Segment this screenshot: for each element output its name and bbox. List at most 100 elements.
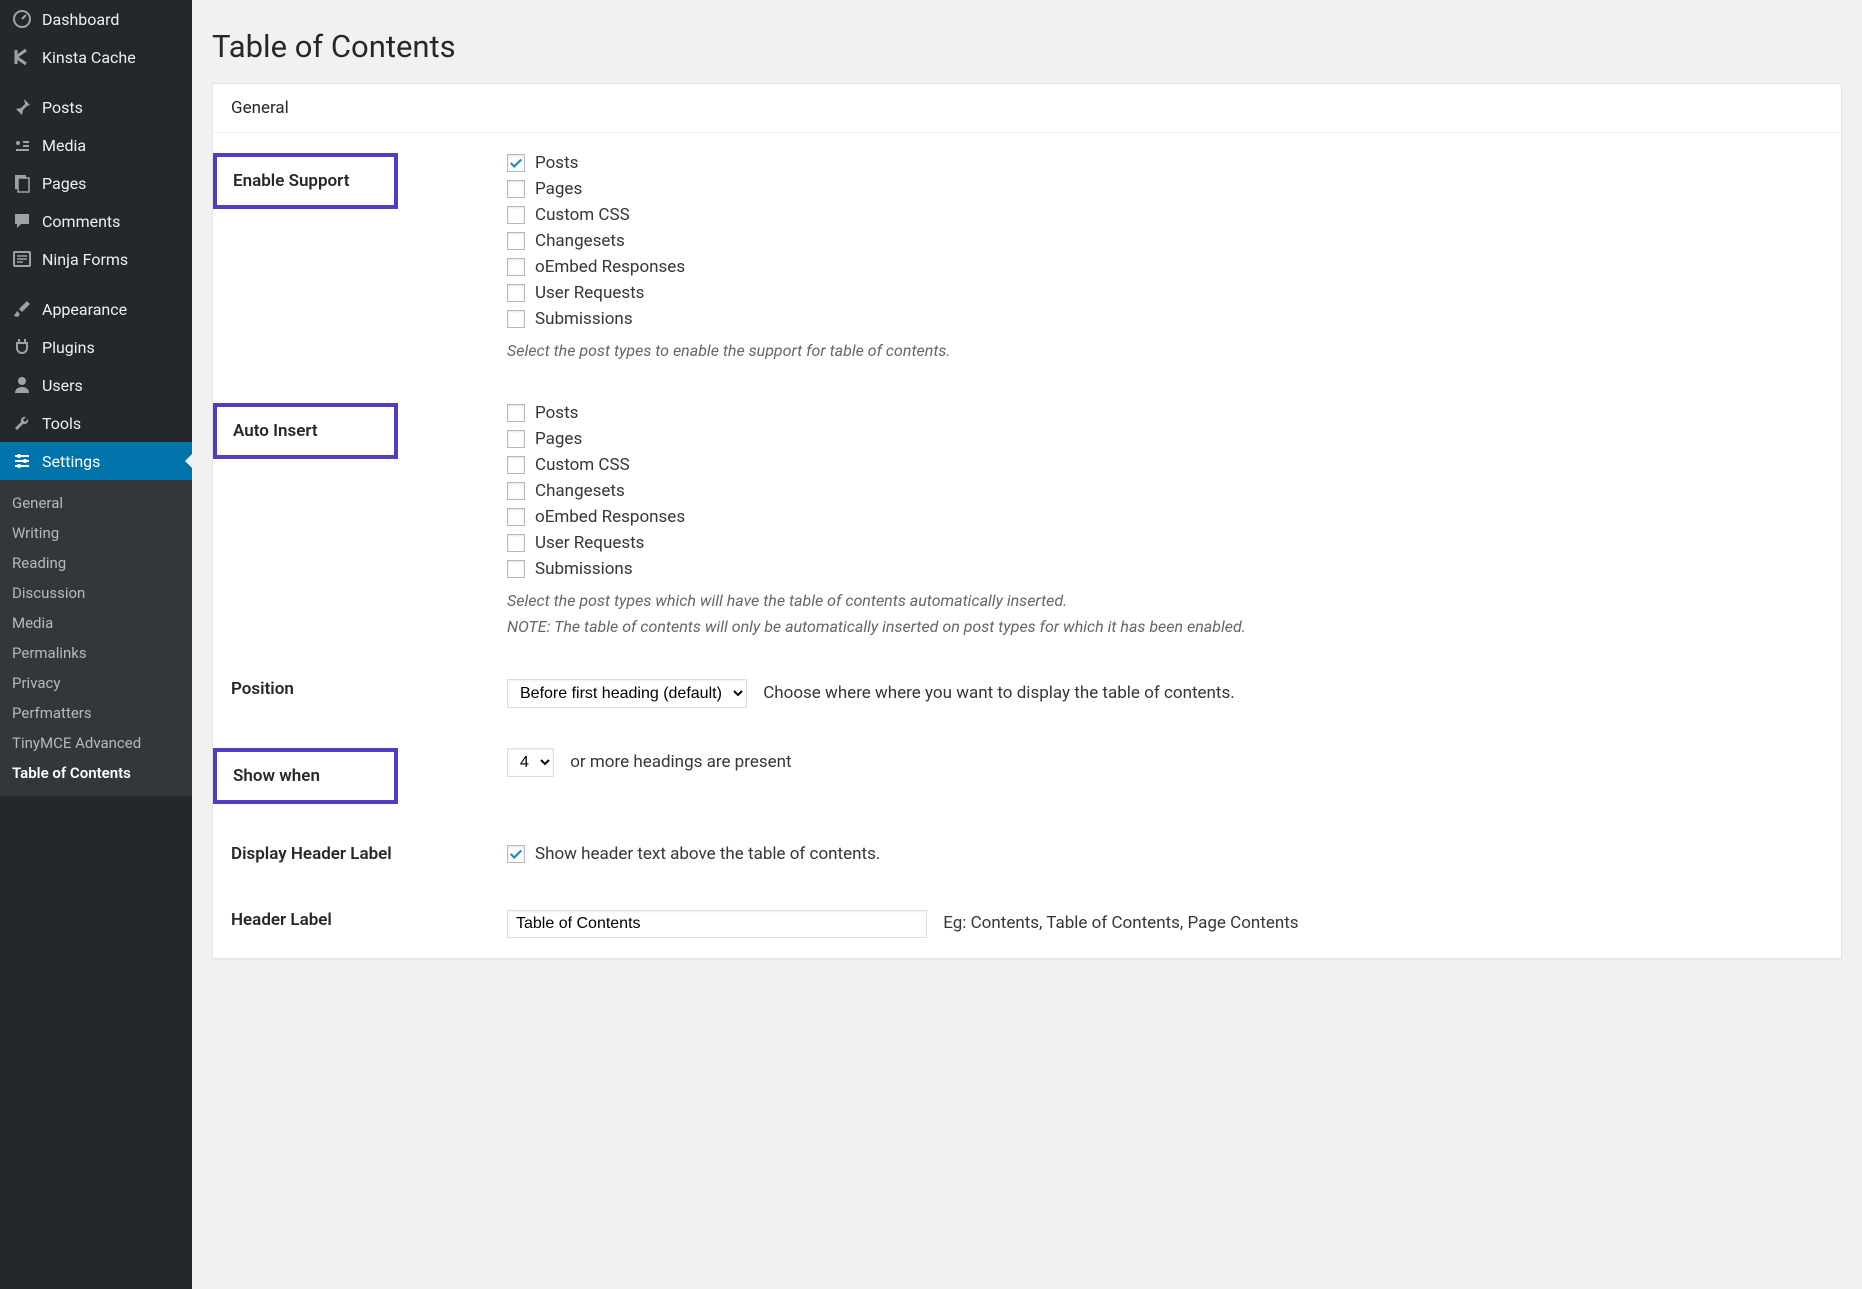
media-icon bbox=[12, 135, 32, 155]
main-content: Table of Contents General Enable Support… bbox=[192, 0, 1862, 1289]
form-icon bbox=[12, 249, 32, 269]
submenu-reading[interactable]: Reading bbox=[0, 548, 192, 578]
cb-label: Custom CSS bbox=[535, 205, 630, 225]
dashboard-icon bbox=[12, 9, 32, 29]
row-show-when: Show when 4 or more headings are present bbox=[213, 728, 1841, 824]
cb-auto-oembed[interactable] bbox=[507, 508, 525, 526]
cb-label: Submissions bbox=[535, 309, 633, 329]
sidebar-item-posts[interactable]: Posts bbox=[0, 88, 192, 126]
sidebar-item-pages[interactable]: Pages bbox=[0, 164, 192, 202]
cb-label: Posts bbox=[535, 153, 578, 173]
cb-enable-oembed[interactable] bbox=[507, 258, 525, 276]
settings-panel: General Enable Support Posts Pages Custo… bbox=[212, 83, 1842, 959]
sidebar-item-settings[interactable]: Settings bbox=[0, 442, 192, 480]
user-icon bbox=[12, 375, 32, 395]
sidebar-item-dashboard[interactable]: Dashboard bbox=[0, 0, 192, 38]
show-when-hint: or more headings are present bbox=[570, 752, 791, 772]
cb-label: Posts bbox=[535, 403, 578, 423]
sidebar-item-media[interactable]: Media bbox=[0, 126, 192, 164]
cb-enable-userreq[interactable] bbox=[507, 284, 525, 302]
cb-auto-posts[interactable] bbox=[507, 404, 525, 422]
brush-icon bbox=[12, 299, 32, 319]
plug-icon bbox=[12, 337, 32, 357]
position-hint: Choose where where you want to display t… bbox=[763, 683, 1235, 703]
label-display-header: Display Header Label bbox=[231, 844, 507, 864]
wrench-icon bbox=[12, 413, 32, 433]
sidebar-label: Posts bbox=[42, 98, 83, 117]
sidebar-item-ninjaforms[interactable]: Ninja Forms bbox=[0, 240, 192, 278]
submenu-tinymce[interactable]: TinyMCE Advanced bbox=[0, 728, 192, 758]
cb-label: Pages bbox=[535, 429, 582, 449]
sidebar-label: Pages bbox=[42, 174, 86, 193]
cb-auto-userreq[interactable] bbox=[507, 534, 525, 552]
select-show-when[interactable]: 4 bbox=[507, 748, 554, 777]
tab-general[interactable]: General bbox=[213, 84, 1841, 133]
submenu-writing[interactable]: Writing bbox=[0, 518, 192, 548]
row-auto-insert: Auto Insert Posts Pages Custom CSS Chang… bbox=[213, 383, 1841, 659]
cb-auto-submissions[interactable] bbox=[507, 560, 525, 578]
sidebar-item-kinsta[interactable]: Kinsta Cache bbox=[0, 38, 192, 76]
comment-icon bbox=[12, 211, 32, 231]
sidebar-item-tools[interactable]: Tools bbox=[0, 404, 192, 442]
sidebar-item-users[interactable]: Users bbox=[0, 366, 192, 404]
sidebar-item-appearance[interactable]: Appearance bbox=[0, 290, 192, 328]
input-header-label[interactable] bbox=[507, 910, 927, 938]
page-icon bbox=[12, 173, 32, 193]
label-auto-insert: Auto Insert bbox=[213, 403, 398, 459]
submenu-permalinks[interactable]: Permalinks bbox=[0, 638, 192, 668]
settings-submenu: General Writing Reading Discussion Media… bbox=[0, 480, 192, 796]
kinsta-icon bbox=[12, 47, 32, 67]
auto-insert-options: Posts Pages Custom CSS Changesets oEmbed… bbox=[507, 403, 1823, 639]
cb-label: oEmbed Responses bbox=[535, 507, 685, 527]
submenu-general[interactable]: General bbox=[0, 488, 192, 518]
cb-label: User Requests bbox=[535, 533, 644, 553]
auto-insert-desc2: NOTE: The table of contents will only be… bbox=[507, 615, 1823, 639]
sidebar-label: Kinsta Cache bbox=[42, 48, 136, 67]
sidebar-item-plugins[interactable]: Plugins bbox=[0, 328, 192, 366]
cb-auto-changesets[interactable] bbox=[507, 482, 525, 500]
enable-support-options: Posts Pages Custom CSS Changesets oEmbed… bbox=[507, 153, 1823, 363]
submenu-perfmatters[interactable]: Perfmatters bbox=[0, 698, 192, 728]
label-enable-support: Enable Support bbox=[213, 153, 398, 209]
sidebar-label: Users bbox=[42, 376, 83, 395]
sidebar-label: Ninja Forms bbox=[42, 250, 128, 269]
submenu-media[interactable]: Media bbox=[0, 608, 192, 638]
sliders-icon bbox=[12, 451, 32, 471]
submenu-toc[interactable]: Table of Contents bbox=[0, 758, 192, 788]
label-position: Position bbox=[231, 679, 507, 699]
sidebar-label: Settings bbox=[42, 452, 100, 471]
row-position: Position Before first heading (default) … bbox=[213, 659, 1841, 728]
cb-enable-pages[interactable] bbox=[507, 180, 525, 198]
cb-enable-submissions[interactable] bbox=[507, 310, 525, 328]
cb-label: Changesets bbox=[535, 231, 625, 251]
cb-label: oEmbed Responses bbox=[535, 257, 685, 277]
sidebar-label: Tools bbox=[42, 414, 81, 433]
page-title: Table of Contents bbox=[212, 28, 1842, 65]
sidebar-label: Appearance bbox=[42, 300, 127, 319]
cb-display-header[interactable] bbox=[507, 845, 525, 863]
auto-insert-desc1: Select the post types which will have th… bbox=[507, 589, 1823, 613]
sidebar-label: Plugins bbox=[42, 338, 95, 357]
cb-label: Pages bbox=[535, 179, 582, 199]
cb-enable-customcss[interactable] bbox=[507, 206, 525, 224]
cb-label: Changesets bbox=[535, 481, 625, 501]
submenu-discussion[interactable]: Discussion bbox=[0, 578, 192, 608]
row-enable-support: Enable Support Posts Pages Custom CSS Ch… bbox=[213, 133, 1841, 383]
label-header-label: Header Label bbox=[231, 910, 507, 930]
cb-enable-posts[interactable] bbox=[507, 154, 525, 172]
sidebar-label: Dashboard bbox=[42, 10, 119, 29]
cb-label: User Requests bbox=[535, 283, 644, 303]
pin-icon bbox=[12, 97, 32, 117]
sidebar-item-comments[interactable]: Comments bbox=[0, 202, 192, 240]
cb-label: Submissions bbox=[535, 559, 633, 579]
select-position[interactable]: Before first heading (default) bbox=[507, 679, 747, 708]
cb-auto-pages[interactable] bbox=[507, 430, 525, 448]
cb-enable-changesets[interactable] bbox=[507, 232, 525, 250]
cb-auto-customcss[interactable] bbox=[507, 456, 525, 474]
label-show-when: Show when bbox=[213, 748, 398, 804]
submenu-privacy[interactable]: Privacy bbox=[0, 668, 192, 698]
row-header-label: Header Label Eg: Contents, Table of Cont… bbox=[213, 890, 1841, 958]
enable-support-desc: Select the post types to enable the supp… bbox=[507, 339, 1823, 363]
row-display-header: Display Header Label Show header text ab… bbox=[213, 824, 1841, 890]
sidebar-label: Comments bbox=[42, 212, 120, 231]
